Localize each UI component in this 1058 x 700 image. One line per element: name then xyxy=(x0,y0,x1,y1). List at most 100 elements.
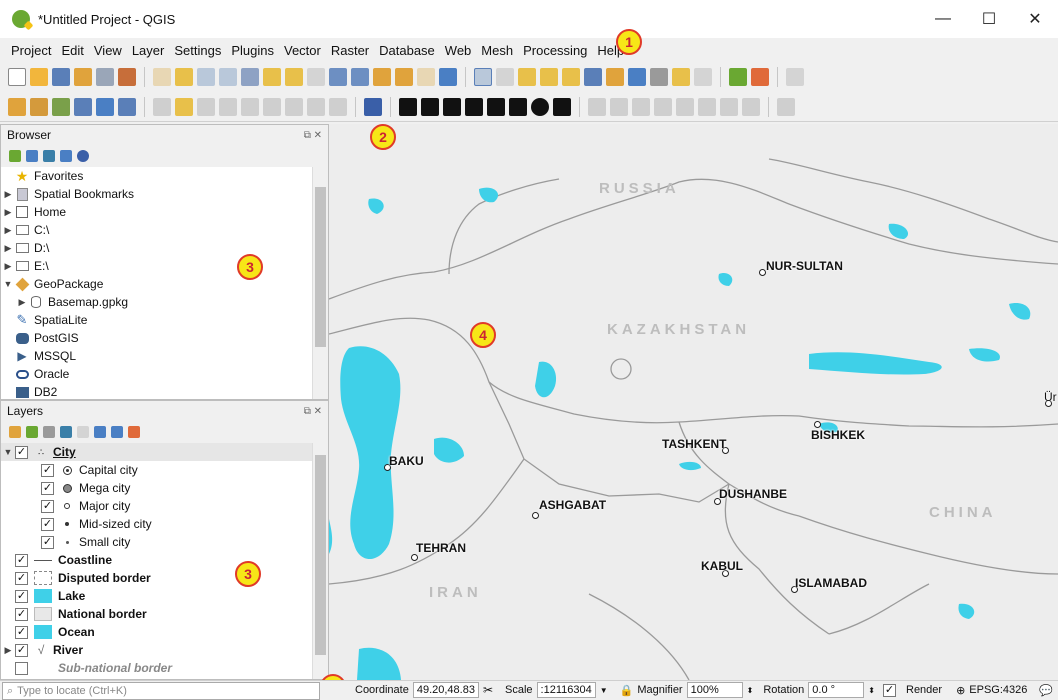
layer-checkbox[interactable]: ✓ xyxy=(15,607,28,621)
layer-checkbox[interactable]: ✓ xyxy=(15,643,28,657)
refresh-icon[interactable] xyxy=(439,68,457,86)
coordinate-field[interactable]: 49.20,48.83 xyxy=(412,682,479,698)
vertex-tool-icon[interactable] xyxy=(241,97,259,116)
layout-icon[interactable] xyxy=(487,97,505,116)
browser-item[interactable]: ▶ D:\ xyxy=(1,239,312,257)
digitize-icon[interactable] xyxy=(74,97,92,116)
digitize-vertex-icon[interactable] xyxy=(588,97,606,116)
close-button[interactable]: ✕ xyxy=(1012,0,1058,38)
spin-icon[interactable]: ⬍ xyxy=(868,686,875,695)
legend-item[interactable]: ✓ Major city xyxy=(1,497,312,515)
rotate-label-icon[interactable] xyxy=(720,97,738,116)
zoom-last-icon[interactable] xyxy=(329,68,347,86)
scale-field[interactable]: :12116304 xyxy=(536,682,596,698)
menu-database[interactable]: Database xyxy=(374,43,440,58)
layer-row-national-border[interactable]: ✓ National border xyxy=(1,605,312,623)
current-edits-icon[interactable] xyxy=(153,97,171,116)
zoom-selection-icon[interactable] xyxy=(263,68,281,86)
properties-icon[interactable] xyxy=(77,150,89,162)
pan-icon[interactable] xyxy=(153,68,171,86)
legend-checkbox[interactable]: ✓ xyxy=(41,463,54,477)
show-labels-icon[interactable] xyxy=(676,97,694,116)
layer-checkbox[interactable]: ✓ xyxy=(15,445,28,459)
snap-icon[interactable] xyxy=(610,97,628,116)
scroll-thumb[interactable] xyxy=(315,455,326,655)
layer-row-sub-national-border[interactable]: Sub-national border xyxy=(1,659,312,677)
lock-icon[interactable]: 🔒 xyxy=(620,684,634,697)
magnifier-field[interactable]: 100% xyxy=(686,682,743,698)
map-tips-icon[interactable] xyxy=(672,68,690,86)
measure-icon[interactable] xyxy=(650,68,668,86)
plugin-icon[interactable] xyxy=(751,68,769,86)
save-as-icon[interactable] xyxy=(74,68,92,86)
field-calculator-icon[interactable] xyxy=(606,68,624,86)
panel-float-close-icon[interactable]: ⧉ ✕ xyxy=(304,130,322,141)
folder-icon[interactable] xyxy=(509,97,527,116)
new-map-view-icon[interactable] xyxy=(373,68,391,86)
info-icon[interactable] xyxy=(553,97,571,116)
open-project-icon[interactable] xyxy=(30,68,48,86)
browser-item[interactable]: ▶ E:\ xyxy=(1,257,312,275)
layer-row-lake[interactable]: ✓ Lake xyxy=(1,587,312,605)
layer-checkbox[interactable] xyxy=(15,661,28,675)
style-panel-icon[interactable] xyxy=(9,426,21,438)
legend-checkbox[interactable]: ✓ xyxy=(41,499,54,513)
spin-icon[interactable]: ⬍ xyxy=(747,686,754,695)
legend-checkbox[interactable]: ✓ xyxy=(41,517,54,531)
layer-row-city[interactable]: ▼ ✓ ∴ City xyxy=(1,443,312,461)
maximize-button[interactable]: ☐ xyxy=(966,0,1012,38)
scale-dropdown-icon[interactable]: ▼ xyxy=(600,686,608,695)
undo-icon[interactable] xyxy=(307,97,325,116)
temporal-controller-icon[interactable] xyxy=(395,68,413,86)
line-chart-icon[interactable] xyxy=(443,97,461,116)
messages-icon[interactable]: 💬 xyxy=(1039,684,1053,697)
filter-icon[interactable] xyxy=(43,150,55,162)
legend-item[interactable]: ✓ Small city xyxy=(1,533,312,551)
style-manager-icon[interactable] xyxy=(118,68,136,86)
data-source-manager-icon[interactable] xyxy=(8,97,26,116)
browser-item[interactable]: ▶ Basemap.gpkg xyxy=(1,293,312,311)
zoom-in-icon[interactable] xyxy=(197,68,215,86)
add-feature-icon[interactable] xyxy=(219,97,237,116)
deselect-icon[interactable] xyxy=(562,68,580,86)
overflow-icon[interactable] xyxy=(786,68,804,86)
rotation-field[interactable]: 0.0 ° xyxy=(808,682,865,698)
change-label-icon[interactable] xyxy=(742,97,760,116)
menu-mesh[interactable]: Mesh xyxy=(476,43,518,58)
legend-checkbox[interactable]: ✓ xyxy=(41,481,54,495)
collapse-all-icon[interactable] xyxy=(60,150,72,162)
modify-attributes-icon[interactable] xyxy=(263,97,281,116)
bookmarks-icon[interactable] xyxy=(417,68,435,86)
identify-icon[interactable] xyxy=(474,68,492,86)
refresh-icon[interactable] xyxy=(26,150,38,162)
zoom-next-icon[interactable] xyxy=(351,68,369,86)
globe-icon[interactable]: ⊕ xyxy=(956,684,965,697)
legend-checkbox[interactable]: ✓ xyxy=(41,535,54,549)
upload-icon[interactable] xyxy=(465,97,483,116)
menu-layer[interactable]: Layer xyxy=(127,43,170,58)
browser-item[interactable]: ▶ Home xyxy=(1,203,312,221)
add-wms-icon[interactable] xyxy=(96,97,114,116)
pan-to-selection-icon[interactable] xyxy=(175,68,193,86)
legend-item[interactable]: ✓ Mid-sized city xyxy=(1,515,312,533)
browser-item[interactable]: DB2 xyxy=(1,383,312,399)
layer-row-disputed-border[interactable]: ✓ Disputed border xyxy=(1,569,312,587)
legend-item[interactable]: ✓ Mega city xyxy=(1,479,312,497)
help-icon[interactable] xyxy=(364,97,382,116)
filter-expression-icon[interactable] xyxy=(77,426,89,438)
move-label-icon[interactable] xyxy=(698,97,716,116)
browser-item[interactable]: ★ Favorites xyxy=(1,167,312,185)
manage-themes-icon[interactable] xyxy=(43,426,55,438)
save-project-icon[interactable] xyxy=(52,68,70,86)
zoom-native-icon[interactable] xyxy=(307,68,325,86)
run-action-icon[interactable] xyxy=(496,68,514,86)
scroll-thumb[interactable] xyxy=(315,187,326,347)
new-project-icon[interactable] xyxy=(8,68,26,86)
menu-view[interactable]: View xyxy=(89,43,127,58)
print-layout-icon[interactable] xyxy=(96,68,114,86)
zoom-out-icon[interactable] xyxy=(219,68,237,86)
browser-item[interactable]: ▶ Spatial Bookmarks xyxy=(1,185,312,203)
browser-item[interactable]: ▶ MSSQL xyxy=(1,347,312,365)
render-checkbox[interactable]: ✓ xyxy=(883,683,896,697)
add-vector-icon[interactable] xyxy=(52,97,70,116)
